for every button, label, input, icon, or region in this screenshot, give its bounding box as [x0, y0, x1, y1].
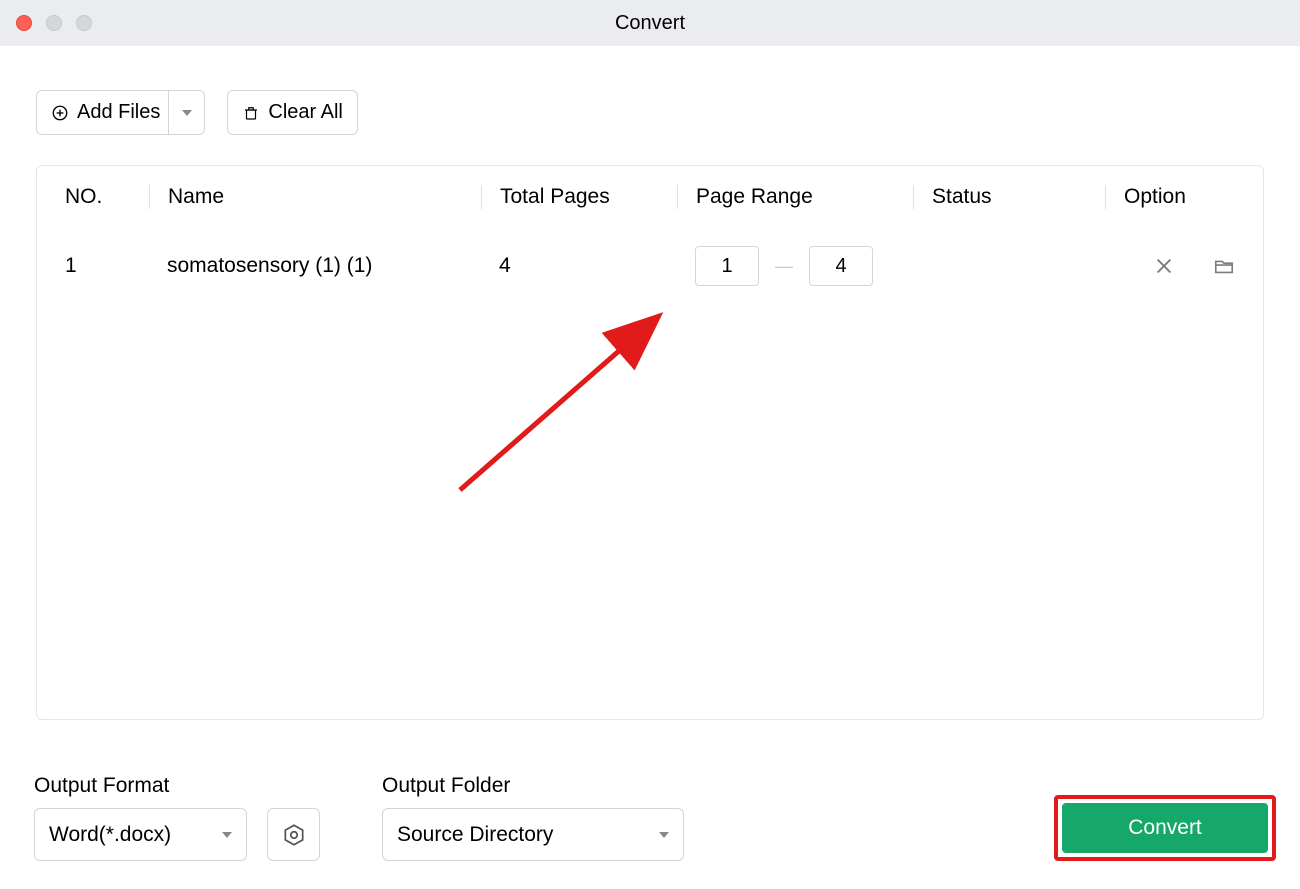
bottom-bar: Output Format Word(*.docx) Output Folder… — [34, 774, 1276, 861]
th-name: Name — [149, 185, 481, 209]
table-header: NO. Name Total Pages Page Range Status O… — [37, 166, 1263, 228]
file-table: NO. Name Total Pages Page Range Status O… — [36, 165, 1264, 720]
window-controls — [16, 15, 92, 31]
th-no: NO. — [65, 185, 149, 209]
output-folder-value: Source Directory — [397, 823, 553, 847]
page-range-from-input[interactable] — [695, 246, 759, 286]
output-format-value: Word(*.docx) — [49, 823, 171, 847]
clear-all-button[interactable]: Clear All — [227, 90, 357, 135]
output-format-label: Output Format — [34, 774, 358, 798]
plus-circle-icon — [51, 104, 69, 122]
th-status: Status — [913, 185, 1105, 209]
range-separator: — — [775, 256, 793, 277]
output-format-select[interactable]: Word(*.docx) — [34, 808, 247, 861]
td-option — [1105, 255, 1263, 277]
td-no: 1 — [65, 254, 149, 278]
caret-down-icon — [222, 832, 232, 838]
page-range-to-input[interactable] — [809, 246, 873, 286]
th-option: Option — [1105, 185, 1263, 209]
add-files-button[interactable]: Add Files — [36, 90, 205, 135]
convert-button-label: Convert — [1128, 816, 1202, 839]
convert-button[interactable]: Convert — [1062, 803, 1268, 853]
titlebar: Convert — [0, 0, 1300, 46]
format-settings-button[interactable] — [267, 808, 320, 861]
output-folder-label: Output Folder — [382, 774, 684, 798]
minimize-window-button[interactable] — [46, 15, 62, 31]
td-name: somatosensory (1) (1) — [149, 254, 481, 278]
output-folder-group: Output Folder Source Directory — [382, 774, 684, 861]
output-format-group: Output Format Word(*.docx) — [34, 774, 358, 861]
settings-hex-icon — [281, 822, 307, 848]
add-files-label: Add Files — [77, 101, 160, 124]
zoom-window-button[interactable] — [76, 15, 92, 31]
toolbar: Add Files Clear All — [36, 90, 1264, 135]
open-folder-button[interactable] — [1213, 255, 1235, 277]
caret-down-icon — [659, 832, 669, 838]
convert-highlight: Convert — [1054, 795, 1276, 861]
th-total-pages: Total Pages — [481, 185, 677, 209]
th-page-range: Page Range — [677, 185, 913, 209]
caret-down-icon — [182, 110, 192, 116]
table-row: 1 somatosensory (1) (1) 4 — — [37, 228, 1263, 304]
close-window-button[interactable] — [16, 15, 32, 31]
td-total-pages: 4 — [481, 254, 677, 278]
output-folder-select[interactable]: Source Directory — [382, 808, 684, 861]
window-title: Convert — [0, 12, 1300, 35]
trash-icon — [242, 104, 260, 122]
add-files-dropdown-toggle[interactable] — [168, 91, 204, 134]
clear-all-label: Clear All — [268, 101, 342, 124]
td-page-range: — — [677, 246, 913, 286]
remove-row-button[interactable] — [1153, 255, 1175, 277]
